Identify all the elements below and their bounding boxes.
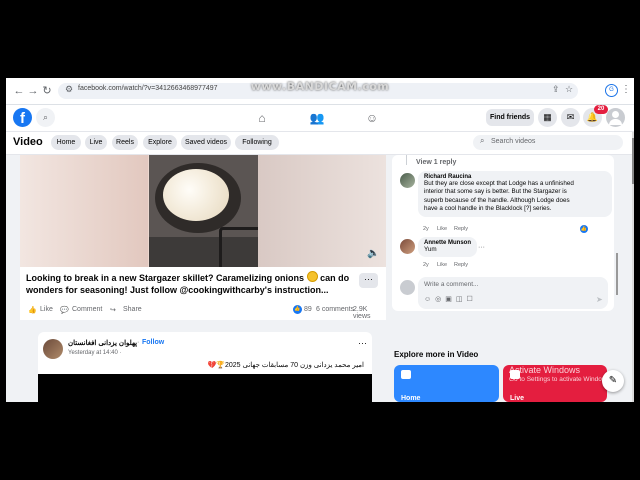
page-avatar[interactable] xyxy=(43,339,63,359)
commenter-avatar[interactable] xyxy=(400,173,415,188)
facebook-navbar: f ⌕ ⌂ 👥 ☺ Find friends ▦ ✉ 🔔 20 xyxy=(6,105,634,132)
comment-line: superb because of the handle. Although L… xyxy=(424,196,570,204)
page-title: Video xyxy=(13,136,43,148)
video-home-icon xyxy=(401,370,411,379)
friends-icon[interactable]: 👥 xyxy=(309,110,325,126)
video-blur-left xyxy=(20,155,148,267)
comments-scrollbar[interactable] xyxy=(616,253,618,295)
caption-text-1: Looking to break in a new Stargazer skil… xyxy=(26,273,305,283)
video-frame xyxy=(149,155,258,267)
comment-tools-icons[interactable]: ☺◎▣◫☐ xyxy=(424,295,477,303)
tab-saved-videos[interactable]: Saved videos xyxy=(181,135,231,150)
post-caption: Looking to break in a new Stargazer skil… xyxy=(26,271,352,296)
search-icon[interactable]: ⌕ xyxy=(36,108,55,127)
volume-icon[interactable]: 🔈 xyxy=(367,248,379,259)
messenger-icon[interactable]: ✉ xyxy=(561,108,580,127)
view-replies-link[interactable]: View 1 reply xyxy=(416,159,456,166)
commenter-avatar[interactable] xyxy=(400,239,415,254)
comment-input[interactable]: Write a comment... ☺◎▣◫☐ ➤ xyxy=(418,277,608,309)
avatar-head-shape xyxy=(612,111,619,118)
comment-age[interactable]: 2y xyxy=(423,226,429,232)
my-avatar[interactable] xyxy=(400,280,415,295)
reaction-count[interactable]: 89 xyxy=(304,306,312,313)
edit-icon[interactable]: ✎ xyxy=(602,370,624,392)
tab-following[interactable]: Following xyxy=(235,135,279,150)
search-placeholder: Search videos xyxy=(491,138,536,145)
tab-home[interactable]: Home xyxy=(51,135,81,150)
home-icon[interactable]: ⌂ xyxy=(254,110,270,126)
tile-label: Home xyxy=(401,395,421,402)
facebook-logo[interactable]: f xyxy=(13,108,32,127)
menu-apps-icon[interactable]: ▦ xyxy=(538,108,557,127)
comment-reply-button[interactable]: Reply xyxy=(454,226,468,232)
recorder-watermark: www.BANDICAM.com xyxy=(250,80,390,93)
post-text: امیر محمد یزدانی وزن 70 مسابقات جهانی 20… xyxy=(207,362,364,369)
search-icon: ⌕ xyxy=(480,136,485,145)
comment-reply-button[interactable]: Reply xyxy=(454,262,468,268)
tile-label: Live xyxy=(510,395,525,402)
post-options-button[interactable]: ··· xyxy=(358,338,367,348)
comment-like-button[interactable]: Like xyxy=(437,262,447,268)
explore-heading: Explore more in Video xyxy=(394,350,479,359)
video-player[interactable]: 🔈 xyxy=(20,155,386,267)
comment-count[interactable]: 6 comments xyxy=(316,306,354,313)
onion-emoji-icon xyxy=(306,271,318,282)
page-name-link[interactable]: پهلوان یزدانی افغانستان xyxy=(68,339,137,347)
comment-bubble: Annette Munson Yum xyxy=(418,237,477,258)
second-post-card: پهلوان یزدانی افغانستان · Follow Yesterd… xyxy=(38,332,372,402)
send-icon[interactable]: ➤ xyxy=(596,295,603,304)
find-friends-button[interactable]: Find friends xyxy=(486,109,534,126)
follow-button[interactable]: Follow xyxy=(142,339,164,346)
post-actions: 👍 Like 💬 Comment ↪ Share 👍 89 6 comments… xyxy=(20,303,386,320)
stove-grate-shape xyxy=(219,227,258,267)
activate-windows-title: Activate Windows xyxy=(509,365,581,375)
comment-button[interactable]: Comment xyxy=(72,306,102,313)
tab-reels[interactable]: Reels xyxy=(112,135,138,150)
groups-icon[interactable]: ☺ xyxy=(364,110,380,126)
explore-tile-home[interactable]: Home xyxy=(394,365,499,402)
name-separator: · xyxy=(137,339,140,346)
comment-options-button[interactable]: ··· xyxy=(478,244,485,251)
like-button[interactable]: Like xyxy=(40,306,53,313)
onions-shape xyxy=(163,169,229,221)
post-timestamp[interactable]: Yesterday at 14:40 · xyxy=(68,350,121,356)
comment-icon[interactable]: 💬 xyxy=(60,306,69,314)
comment-line: But they are close except that Lodge has… xyxy=(424,180,574,187)
comment-line: Yum xyxy=(424,246,437,253)
comment-age[interactable]: 2y xyxy=(423,262,429,268)
comment-bubble: Richard Raucina But they are close excep… xyxy=(418,171,612,217)
avatar-body-shape xyxy=(609,119,622,125)
browser-window: ← → ↻ ⚙ facebook.com/watch/?v=3412663468… xyxy=(6,78,634,402)
activate-windows-subtitle: Go to Settings to activate Windows. xyxy=(509,376,612,383)
thread-line xyxy=(406,155,407,165)
post-video-player[interactable] xyxy=(38,374,372,402)
tab-explore[interactable]: Explore xyxy=(143,135,177,150)
video-search-input[interactable]: ⌕ Search videos xyxy=(473,135,623,150)
view-count: 2.9K views xyxy=(353,306,371,320)
comment-like-button[interactable]: Like xyxy=(437,226,447,232)
comment-line: interior that some say is better. But th… xyxy=(424,188,567,196)
watch-header: Video Home Live Reels Explore Saved vide… xyxy=(6,132,632,155)
tab-live[interactable]: Live xyxy=(85,135,107,150)
comment-placeholder: Write a comment... xyxy=(424,281,479,288)
like-reaction-icon: 👍 xyxy=(293,305,302,314)
comment-line: have a cool handle in the Blacklock [?] … xyxy=(424,205,552,213)
comments-panel: View 1 reply Richard Raucina But they ar… xyxy=(392,155,618,311)
share-button[interactable]: Share xyxy=(123,306,142,313)
page-scrollbar-thumb[interactable] xyxy=(632,138,634,184)
video-post-card: 🔈 Looking to break in a new Stargazer sk… xyxy=(20,155,386,320)
account-avatar[interactable] xyxy=(606,108,625,127)
post-options-button[interactable]: ··· xyxy=(359,273,378,288)
comment-like-badge-icon: 👍 xyxy=(580,225,588,233)
share-icon[interactable]: ↪ xyxy=(110,306,116,314)
like-icon[interactable]: 👍 xyxy=(28,306,37,314)
